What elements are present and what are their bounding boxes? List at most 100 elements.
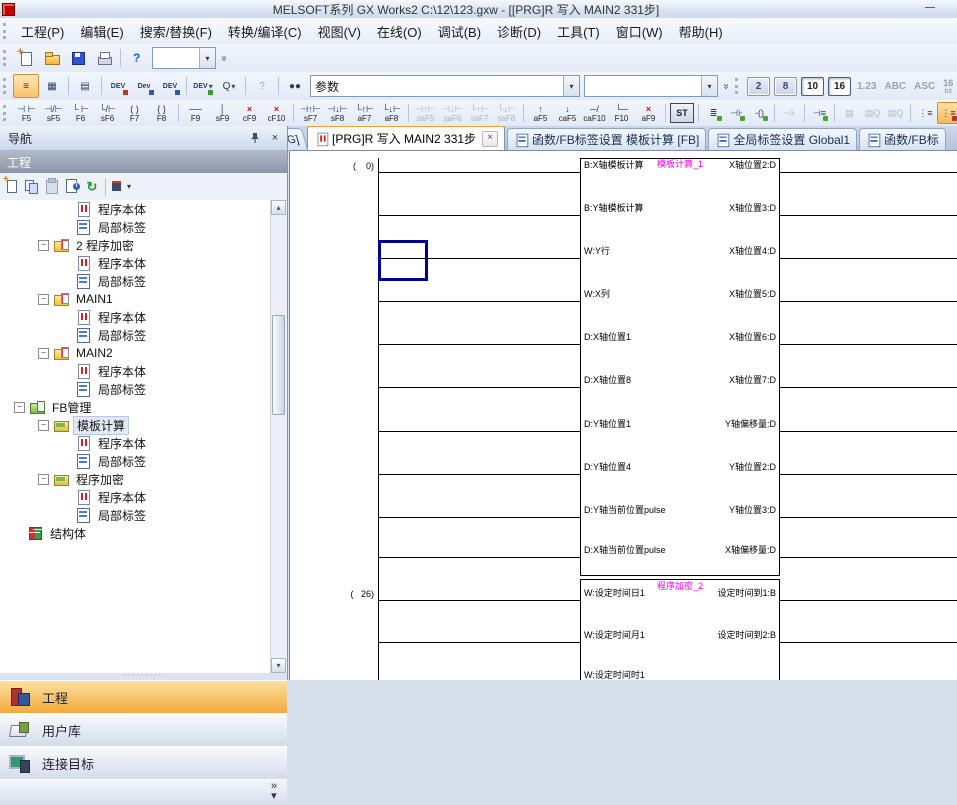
open-project-button[interactable] [39,46,65,70]
binary-display-button[interactable]: 2 [747,77,770,96]
result-falling-pulse-button[interactable]: ↓caF5 [554,101,581,126]
pin-icon[interactable] [247,131,263,145]
decimal-display-button[interactable]: 10 [801,77,824,96]
close-branch-button[interactable]: └/⊢sF6 [94,101,121,126]
menu-item-7[interactable]: 诊断(D) [489,19,549,44]
copy-button[interactable] [22,177,42,196]
find-statement-button[interactable]: ▤Q [861,102,884,124]
horizontal-line-input-button[interactable]: └─F10 [608,101,635,126]
tab-clipped-left[interactable]: G] [288,128,308,150]
application-instruction-button[interactable]: { }F8 [148,101,175,126]
tree-item-程序本体-13[interactable]: 程序本体 [0,434,286,452]
octal-display-button[interactable]: 8 [774,77,797,96]
rising-pulse-button[interactable]: ⊣↑⊢sF7 [297,101,324,126]
tree-item-局部标签-14[interactable]: 局部标签 [0,452,286,470]
horizontal-line-button[interactable]: ──F9 [182,101,209,126]
tree-item-程序本体-16[interactable]: 程序本体 [0,488,286,506]
stack-button-连接目标[interactable]: 连接目标 [0,746,287,780]
scroll-down-button[interactable]: ▾ [271,658,286,673]
tree-item-局部标签-7[interactable]: 局部标签 [0,326,286,344]
find-button[interactable]: ●● [282,74,308,98]
fb-output-pin[interactable]: 设定时间到2:B [582,629,776,641]
help-button[interactable] [124,46,150,70]
tree-item-程序本体-6[interactable]: 程序本体 [0,308,286,326]
collapse-chevron-icon[interactable]: » [271,781,277,791]
rising-pulse-branch-button[interactable]: └↑⊢aF7 [351,101,378,126]
tree-item-模板计算-12[interactable]: −模板计算 [0,416,286,434]
open-contact-button[interactable]: ⊣ ⊢F5 [13,101,40,126]
toolbar-overflow-icon[interactable]: » [721,80,732,92]
watch-start-button[interactable]: DEV▾ [190,74,216,98]
coil-button[interactable]: ( )F7 [121,101,148,126]
tree-scrollbar[interactable]: ▴ ▾ [270,200,286,673]
string-display-button[interactable]: ABC [880,81,910,92]
toolbar-overflow-icon[interactable]: » [219,52,230,64]
tab-1[interactable]: 函数/FB标签设置 模板计算 [FB] [507,128,706,150]
tree-expander-icon[interactable]: − [38,294,49,305]
property-button[interactable] [62,177,82,196]
menu-item-5[interactable]: 在线(O) [369,19,430,44]
close-contact-button[interactable]: ⊣/⊢sF5 [40,101,67,126]
tree-expander-icon[interactable]: − [38,348,49,359]
edit-cursor[interactable] [378,240,428,281]
tab-0[interactable]: [PRG]R 写入 MAIN2 331步× [307,126,505,150]
tree-expander-icon[interactable]: − [38,420,49,431]
list-view-button[interactable]: ▤ [72,74,98,98]
tab-3[interactable]: 函数/FB标 [859,128,946,150]
find-value-combo[interactable]: ▾ [584,75,718,97]
device-comment-button[interactable]: DEV [105,74,131,98]
tab-close-icon[interactable]: × [482,131,498,147]
statement-list-button[interactable]: ▤ [838,102,861,124]
tree-item-局部标签-10[interactable]: 局部标签 [0,380,286,398]
display-connection-active-button[interactable]: ⋮≡ [937,102,957,124]
toggle-navigation-button[interactable]: ≡ [13,74,39,98]
menu-item-8[interactable]: 工具(T) [549,19,608,44]
tree-item-2 程序加密-2[interactable]: −2 程序加密 [0,236,286,254]
real-display-button[interactable]: 1.23 [853,81,880,92]
tree-expander-icon[interactable]: − [38,240,49,251]
read-mode-button[interactable]: ⊣⊦ [778,102,801,124]
vertical-line-button[interactable]: │sF9 [209,101,236,126]
tree-item-结构体-18[interactable]: 结构体 [0,524,286,542]
delete-vertical-line-button[interactable]: ×cF10 [263,101,290,126]
quick-access-combo[interactable]: ▾ [152,47,216,69]
tree-item-局部标签-4[interactable]: 局部标签 [0,272,286,290]
menu-item-0[interactable]: 工程(P) [13,19,72,44]
minimize-button[interactable]: — [917,2,943,16]
find-target-combo[interactable]: 参数▾ [310,75,580,97]
fb-output-pin[interactable]: X轴位置2:D [582,159,776,171]
sort-button[interactable] [109,177,129,196]
context-help-button[interactable]: ? [249,74,275,98]
falling-pulse-not-button[interactable]: ⊣↓⊢saF6 [439,101,466,126]
print-button[interactable] [91,46,117,70]
rising-pulse-not-button[interactable]: ⊣↑⊢saF5 [412,101,439,126]
rising-pulse-not-branch-button[interactable]: └↑⊢saF7 [466,101,493,126]
refresh-button[interactable] [82,177,102,196]
quick-access-combo-arrow-icon[interactable]: ▾ [199,48,215,68]
delete-horizontal-line-button[interactable]: ×cF9 [236,101,263,126]
menu-item-2[interactable]: 搜索/替换(F) [132,19,220,44]
edit-ladder-button[interactable]: ≣ [702,102,725,124]
tree-item-程序本体-9[interactable]: 程序本体 [0,362,286,380]
tree-expander-icon[interactable]: − [38,474,49,485]
menu-item-6[interactable]: 调试(B) [430,19,489,44]
fb-input-pin[interactable]: W:设定时间时1 [584,669,762,680]
ladder-sheet[interactable]: ( 0)( 26)模板计算_1B:X轴模板计算X轴位置2:DB:Y轴模板计算X轴… [289,150,957,680]
display-connection-button[interactable]: ⋮≡ [914,102,937,124]
fb-output-pin[interactable]: X轴位置3:D [582,202,776,214]
open-branch-button[interactable]: └ ⊢F6 [67,101,94,126]
statement-edit-button[interactable]: ⊣≡ [808,102,831,124]
inline-st-button[interactable]: ST [670,103,694,123]
fb-output-pin[interactable]: X轴位置6:D [582,331,776,343]
delete-line-button[interactable]: ×aF9 [635,101,662,126]
menu-item-4[interactable]: 视图(V) [310,19,369,44]
device-ic-button[interactable]: ▦ [39,74,65,98]
new-project-button[interactable] [13,46,39,70]
scroll-up-button[interactable]: ▴ [271,200,286,215]
device-batch-button[interactable]: DEV [157,74,183,98]
tree-item-局部标签-17[interactable]: 局部标签 [0,506,286,524]
tree-item-FB管理-11[interactable]: −FB管理 [0,398,286,416]
device-search-button[interactable]: Q▾ [216,74,242,98]
tree-item-MAIN1-5[interactable]: −MAIN1 [0,290,286,308]
new-item-button[interactable] [2,177,22,196]
